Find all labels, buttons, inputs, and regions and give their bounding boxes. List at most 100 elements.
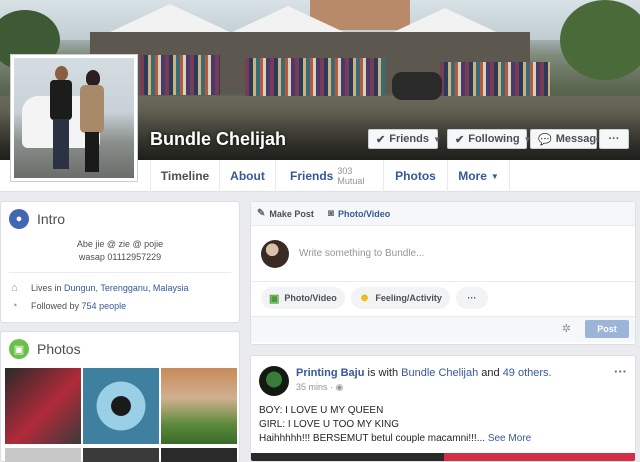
profile-picture[interactable]: [10, 54, 138, 182]
following-button-label: Following: [468, 133, 520, 145]
tab-label: Friends: [290, 169, 334, 183]
user-avatar: [261, 239, 289, 268]
more-dots-icon: ···: [467, 293, 477, 303]
caret-down-icon: ▼: [432, 134, 441, 144]
lives-in-row: ⌂ Lives in Dungun, Terengganu, Malaysia: [11, 279, 239, 297]
cover-clothes: [245, 58, 385, 98]
tab-label: Timeline: [160, 169, 210, 183]
photo-thumbnail[interactable]: [5, 368, 81, 444]
profile-picture-image: [14, 58, 134, 178]
photo-video-tab-label: Photo/Video: [337, 208, 391, 219]
intro-bio: Abe jie @ zie @ pojie wasap 01112957229: [1, 238, 239, 264]
message-button[interactable]: 💬 Message: [530, 129, 602, 149]
cover-clothes: [140, 55, 220, 95]
photo-thumbnail[interactable]: [5, 448, 81, 462]
avatar-person: [48, 66, 74, 176]
profile-name[interactable]: Bundle Chelijah: [150, 129, 286, 150]
composer-more-button[interactable]: ···: [455, 287, 488, 309]
pencil-icon: ✎: [257, 208, 266, 219]
composer-input-area[interactable]: Write something to Bundle...: [251, 226, 635, 282]
rss-icon: ◔: [11, 300, 18, 312]
tab-label: More: [458, 169, 487, 183]
followed-by-row: ◔ Followed by 754 people: [11, 297, 239, 315]
check-icon: ✔: [376, 133, 386, 146]
see-more-link[interactable]: See More: [488, 433, 531, 444]
post-with-text: is with: [367, 367, 399, 379]
post-line: Haihhhhh!!! BERSEMUT betul couple macamn…: [259, 433, 486, 444]
tab-more[interactable]: More ▼: [448, 160, 510, 192]
tab-photos[interactable]: Photos: [384, 160, 448, 192]
message-button-label: Message: [555, 133, 603, 145]
tab-label: Photos: [395, 169, 436, 183]
photo-icon: ▣: [269, 292, 280, 305]
photos-card: ▣ Photos: [0, 331, 240, 462]
cover-tent: [110, 4, 230, 32]
public-globe-icon: ◉: [335, 382, 344, 392]
post-author-avatar[interactable]: [259, 366, 289, 396]
feeling-activity-label: Feeling/Activity: [375, 293, 442, 303]
bio-line: wasap 01112957229: [78, 252, 162, 262]
photo-thumbnail[interactable]: [83, 448, 159, 462]
tagged-user-link[interactable]: Bundle Chelijah: [401, 367, 478, 379]
post-line: GIRL: I LOVE U TOO MY KING: [259, 419, 400, 430]
cover-motorbike: [392, 72, 442, 100]
lives-in-label: Lives in: [31, 283, 62, 293]
post-image[interactable]: [251, 453, 635, 461]
messenger-icon: 💬: [538, 133, 552, 146]
photos-title: Photos: [37, 341, 81, 357]
avatar-person: [78, 70, 106, 176]
settings-icon[interactable]: ✲: [562, 322, 571, 335]
post-button-label: Post: [597, 324, 617, 334]
post-text: BOY: I LOVE U MY QUEEN GIRL: I LOVE U TO…: [259, 404, 531, 446]
friends-button[interactable]: ✔ Friends ▼: [368, 129, 441, 149]
caret-down-icon: ▼: [490, 171, 499, 181]
composer-footer: ✲ Post: [251, 316, 635, 342]
photo-video-button[interactable]: ▣ Photo/Video: [261, 287, 345, 309]
post-composer: ✎ Make Post ◙ Photo/Video Write somethin…: [250, 201, 636, 345]
tagged-others-link[interactable]: 49 others.: [503, 367, 552, 379]
photo-thumbnail[interactable]: [83, 368, 159, 444]
tab-label: About: [230, 169, 265, 183]
post-author-link[interactable]: Printing Baju: [296, 367, 364, 379]
post-and-text: and: [481, 367, 500, 379]
tab-timeline[interactable]: Timeline: [150, 160, 220, 192]
post-button[interactable]: Post: [585, 320, 629, 338]
cover-tree: [560, 0, 640, 80]
tab-friends[interactable]: Friends 303 Mutual: [276, 160, 384, 192]
photo-thumbnail[interactable]: [161, 368, 237, 444]
photos-icon: ▣: [9, 339, 29, 359]
photo-thumbnail[interactable]: [161, 448, 237, 462]
camera-icon: ◙: [327, 208, 334, 219]
feeling-activity-button[interactable]: ☻ Feeling/Activity: [350, 287, 450, 309]
more-options-button[interactable]: ···: [599, 129, 629, 149]
post-line: BOY: I LOVE U MY QUEEN: [259, 405, 384, 416]
composer-placeholder[interactable]: Write something to Bundle...: [299, 248, 424, 259]
post-meta: 35 mins · ◉: [296, 382, 344, 392]
make-post-label: Make Post: [269, 208, 314, 219]
composer-tabs: ✎ Make Post ◙ Photo/Video: [251, 202, 635, 226]
post-menu-button[interactable]: ···: [614, 364, 627, 379]
mutual-friends-count: 303 Mutual: [337, 166, 365, 186]
more-dots-icon: ···: [608, 133, 620, 145]
followed-by-label: Followed by: [31, 301, 80, 311]
intro-title: Intro: [37, 211, 66, 227]
post-timestamp[interactable]: 35 mins: [296, 382, 328, 392]
cover-tent: [228, 6, 348, 34]
followers-link[interactable]: 754 people: [82, 301, 127, 311]
check-icon: ✔: [455, 133, 465, 146]
following-button[interactable]: ✔ Following ▼: [447, 129, 531, 149]
make-post-tab[interactable]: ✎ Make Post: [257, 208, 314, 219]
photo-video-label: Photo/Video: [284, 293, 337, 303]
friends-button-label: Friends: [389, 133, 429, 145]
lives-in-link[interactable]: Dungun, Terengganu, Malaysia: [64, 283, 188, 293]
globe-icon: ●: [9, 209, 29, 229]
home-icon: ⌂: [11, 282, 18, 294]
tab-about[interactable]: About: [220, 160, 276, 192]
photo-video-tab[interactable]: ◙ Photo/Video: [328, 208, 390, 219]
composer-actions: ▣ Photo/Video ☻ Feeling/Activity ···: [251, 282, 635, 314]
bio-line: Abe jie @ zie @ pojie: [76, 239, 164, 249]
post-header: Printing Baju is with Bundle Chelijah an…: [296, 367, 552, 379]
feed-post: Printing Baju is with Bundle Chelijah an…: [250, 355, 636, 462]
smiley-icon: ☻: [358, 292, 371, 304]
intro-card: ● Intro Abe jie @ zie @ pojie wasap 0111…: [0, 201, 240, 323]
